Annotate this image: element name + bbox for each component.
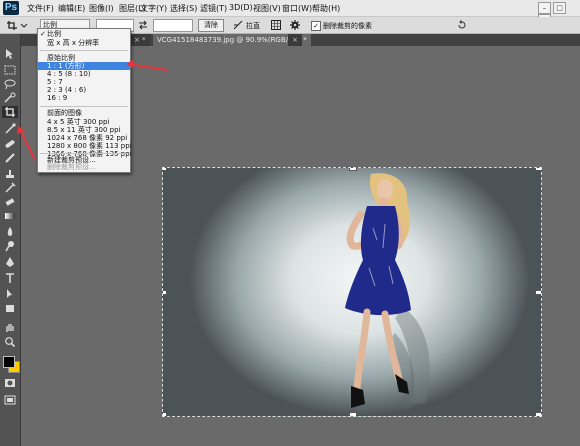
arrow-to-menu-item xyxy=(127,63,169,71)
annotation-arrows xyxy=(17,59,169,161)
arrow-head-icon xyxy=(126,59,134,68)
arrow-to-crop-tool xyxy=(18,127,36,161)
